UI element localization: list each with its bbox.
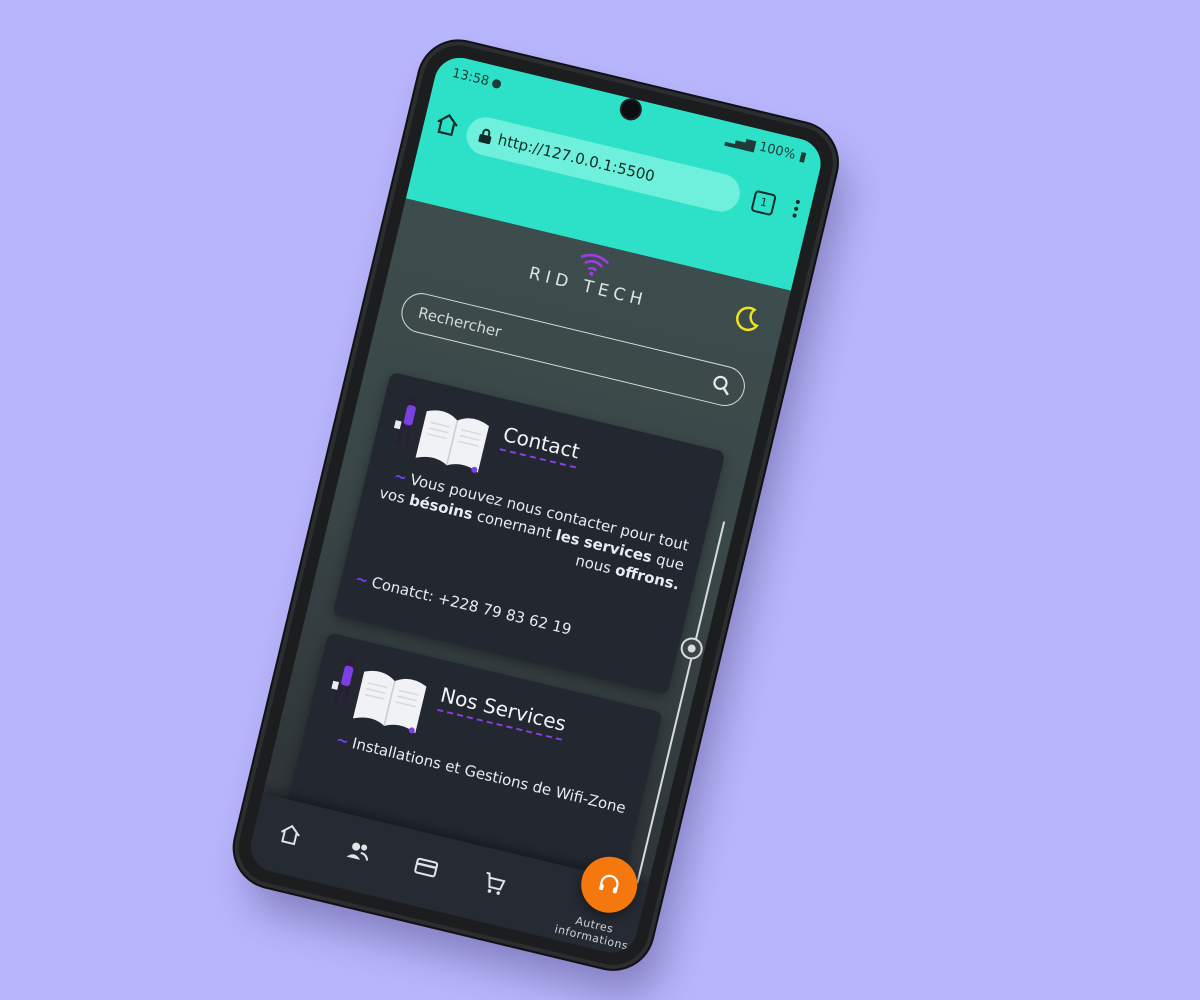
users-icon[interactable] bbox=[344, 837, 373, 866]
search-icon[interactable] bbox=[710, 373, 734, 397]
scroll-handle[interactable] bbox=[678, 635, 705, 662]
tabs-count-icon[interactable]: 1 bbox=[750, 189, 777, 217]
phone-frame: 13:58 ▂▄▆ 100% ▮ http://127.0.0.1:5500 1 bbox=[231, 38, 841, 973]
home-icon[interactable] bbox=[431, 109, 462, 140]
contact-description: ~Vous pouvez nous contacter pour tout vo… bbox=[377, 466, 691, 594]
cart-icon[interactable] bbox=[480, 869, 509, 898]
browser-menu-icon[interactable] bbox=[791, 199, 801, 222]
card-icon[interactable] bbox=[412, 853, 441, 882]
tabs-count: 1 bbox=[758, 195, 769, 210]
battery-icon: ▮ bbox=[797, 149, 809, 166]
signal-icon: ▂▄▆ bbox=[724, 131, 761, 155]
phone-screen: 13:58 ▂▄▆ 100% ▮ http://127.0.0.1:5500 1 bbox=[245, 52, 826, 958]
notification-icon bbox=[491, 78, 503, 90]
services-title: Nos Services bbox=[437, 683, 569, 741]
contact-title: Contact bbox=[499, 422, 582, 469]
url-text: http://127.0.0.1:5500 bbox=[496, 130, 657, 186]
contact-phone: ~Conatct: +228 79 83 62 19 bbox=[353, 569, 574, 639]
fab-label: Autres informations bbox=[553, 914, 630, 953]
home-icon[interactable] bbox=[276, 820, 305, 849]
service-item: ~Installations et Gestions de Wifi-Zone bbox=[334, 730, 628, 818]
status-time: 13:58 bbox=[451, 66, 504, 92]
lock-icon bbox=[478, 128, 492, 145]
reading-illustration bbox=[331, 658, 427, 734]
status-battery: ▂▄▆ 100% ▮ bbox=[724, 131, 809, 166]
headset-icon bbox=[599, 874, 619, 894]
